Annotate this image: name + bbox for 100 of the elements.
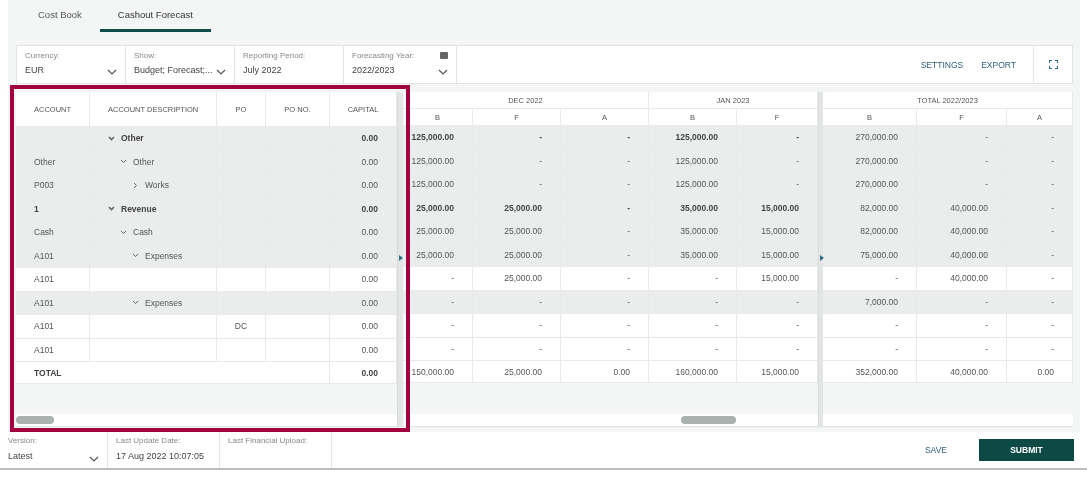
table-row[interactable]: P003 Works 0.00 <box>16 174 397 198</box>
table-cell: - <box>1007 220 1073 244</box>
table-cell: 25,000.00 <box>403 220 473 244</box>
table-cell: 125,000.00 <box>403 173 473 197</box>
table-row[interactable]: 125,000.00 - - 125,000.00 - <box>403 149 818 173</box>
chevron-icon[interactable] <box>132 252 139 260</box>
table-row[interactable]: 25,000.00 25,000.00 - 35,000.00 15,000.00 <box>403 220 818 244</box>
account-description: Expenses <box>145 297 183 308</box>
table-cell: - <box>403 290 473 314</box>
tab[interactable]: Cashout Forecast <box>99 0 211 32</box>
table-cell: - <box>1007 267 1073 291</box>
table-row[interactable]: - - - - - <box>403 290 818 314</box>
submit-button[interactable]: SUBMIT <box>979 439 1074 461</box>
table-cell: - <box>1007 173 1073 197</box>
table-cell: - <box>561 290 649 314</box>
table-row[interactable]: 75,000.00 40,000.00 - <box>823 243 1073 267</box>
filter-field[interactable]: Show: Budget; Forecast;... <box>126 46 235 83</box>
table-row[interactable]: A101 0.00 <box>16 268 397 292</box>
filter-field[interactable]: Forecasting Year: 2022/2023 <box>344 46 457 83</box>
table-cell: 35,000.00 <box>649 220 737 244</box>
table-row[interactable]: 25,000.00 25,000.00 - 35,000.00 15,000.00 <box>403 196 818 220</box>
table-row[interactable]: - 40,000.00 - <box>823 267 1073 291</box>
chevron-down-icon <box>107 69 117 75</box>
save-button[interactable]: SAVE <box>918 432 953 468</box>
table-cell: Cash <box>16 221 90 245</box>
table-cell: - <box>403 267 473 291</box>
table-cell: P003 <box>16 174 90 198</box>
chevron-icon[interactable] <box>120 158 127 166</box>
table-row[interactable]: 125,000.00 - - 125,000.00 - <box>403 126 818 150</box>
table-cell: - <box>649 267 737 291</box>
filter-field[interactable]: Reporting Period: July 2022 <box>235 46 344 83</box>
table-cell: 125,000.00 <box>649 173 737 197</box>
table-cell: - <box>473 290 561 314</box>
table-cell: - <box>823 267 917 291</box>
account-description: Other <box>121 133 144 144</box>
table-cell: A101 <box>16 315 90 339</box>
table-cell: - <box>473 173 561 197</box>
table-row[interactable]: 7,000.00 - - <box>823 290 1073 314</box>
chevron-icon[interactable] <box>132 299 139 307</box>
table-row[interactable]: A101 DC 0.00 <box>16 315 397 339</box>
table-row[interactable]: A101 Expenses 0.00 <box>16 244 397 268</box>
table-cell: - <box>649 290 737 314</box>
filter-field[interactable]: Currency: EUR <box>17 46 126 83</box>
table-cell: - <box>917 314 1007 338</box>
account-description: Other <box>133 156 155 167</box>
table-row[interactable]: 270,000.00 - - <box>823 149 1073 173</box>
table-cell: A101 <box>16 291 90 315</box>
table-row[interactable]: - - - - - <box>403 314 818 338</box>
table-row[interactable]: - 25,000.00 - - 15,000.00 <box>403 267 818 291</box>
table-cell: DC <box>217 315 266 339</box>
table-cell: 125,000.00 <box>649 126 737 150</box>
chevron-icon[interactable] <box>108 205 115 213</box>
account-description: Expenses <box>145 250 183 261</box>
info-field[interactable]: Version: Latest <box>0 432 108 468</box>
scrollbar-thumb[interactable] <box>16 416 54 424</box>
table-row[interactable]: Other Other 0.00 <box>16 150 397 174</box>
expand-arrow-icon[interactable] <box>399 255 403 261</box>
table-cell: 25,000.00 <box>473 220 561 244</box>
table-cell: - <box>561 173 649 197</box>
table-row[interactable]: 270,000.00 - - <box>823 173 1073 197</box>
scrollbar-thumb[interactable] <box>681 416 736 424</box>
table-cell: 270,000.00 <box>823 173 917 197</box>
expand-arrow-icon[interactable] <box>820 255 824 261</box>
table-row[interactable]: 125,000.00 - - 125,000.00 - <box>403 173 818 197</box>
table-cell: - <box>1007 243 1073 267</box>
table-row[interactable]: Other 0.00 <box>16 127 397 151</box>
table-cell: - <box>1007 314 1073 338</box>
table-cell: - <box>561 243 649 267</box>
calendar-icon <box>440 52 448 59</box>
table-cell: - <box>649 314 737 338</box>
table-cell: 125,000.00 <box>403 126 473 150</box>
table-row[interactable]: 82,000.00 40,000.00 - <box>823 220 1073 244</box>
table-cell: - <box>1007 290 1073 314</box>
chevron-down-icon <box>216 69 226 75</box>
table-cell: - <box>823 314 917 338</box>
table-cell: - <box>561 314 649 338</box>
table-cell: - <box>1007 126 1073 150</box>
table-cell: 82,000.00 <box>823 220 917 244</box>
chevron-icon[interactable] <box>108 134 115 142</box>
table-cell: 270,000.00 <box>823 126 917 150</box>
table-row[interactable]: 270,000.00 - - <box>823 126 1073 150</box>
table-cell: A101 <box>16 268 90 292</box>
chevron-icon[interactable] <box>120 228 127 236</box>
table-row[interactable]: 25,000.00 25,000.00 - 35,000.00 15,000.00 <box>403 243 818 267</box>
table-cell: 40,000.00 <box>917 220 1007 244</box>
table-cell: A101 <box>16 244 90 268</box>
table-row[interactable]: Cash Cash 0.00 <box>16 221 397 245</box>
table-row[interactable]: A101 Expenses 0.00 <box>16 291 397 315</box>
account-description: Works <box>145 180 169 191</box>
action-link[interactable]: EXPORT <box>972 46 1025 83</box>
table-cell: - <box>473 126 561 150</box>
table-row[interactable]: 82,000.00 40,000.00 - <box>823 196 1073 220</box>
action-link[interactable]: SETTINGS <box>911 46 973 83</box>
table-cell: - <box>403 314 473 338</box>
chevron-down-icon <box>89 456 99 462</box>
tab[interactable]: Cost Book <box>20 0 100 32</box>
table-row[interactable]: - - - <box>823 314 1073 338</box>
chevron-icon[interactable] <box>132 181 139 189</box>
table-row[interactable]: 1 Revenue 0.00 <box>16 197 397 221</box>
fullscreen-icon[interactable] <box>1048 60 1058 69</box>
